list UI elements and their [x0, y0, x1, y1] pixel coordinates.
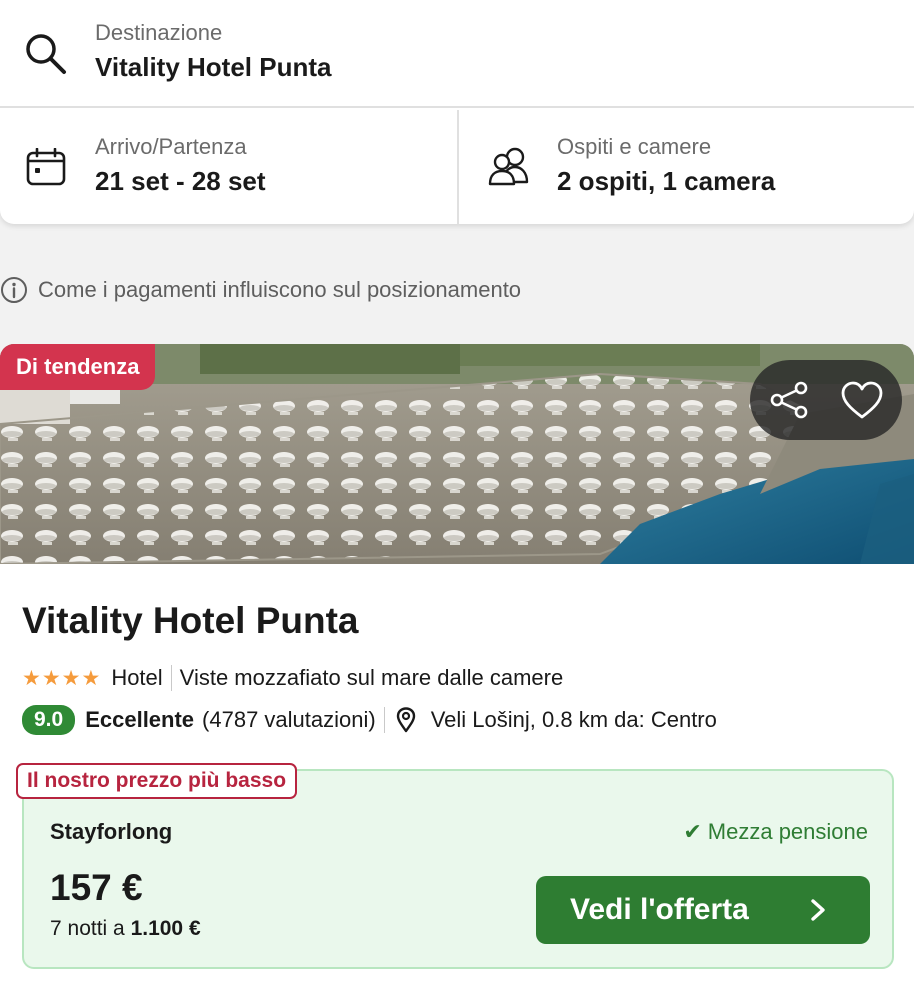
total-price: 1.100 € — [130, 917, 201, 940]
star-icon: ★ — [61, 666, 81, 690]
view-offer-button[interactable]: Vedi l'offerta — [536, 876, 870, 944]
calendar-icon — [26, 148, 66, 186]
offer-provider: Stayforlong — [50, 819, 173, 844]
check-icon: ✔ — [683, 819, 702, 844]
trending-badge: Di tendenza — [0, 344, 156, 390]
dates-field[interactable]: Arrivo/Partenza 21 set - 28 set — [0, 110, 459, 224]
dates-value: 21 set - 28 set — [95, 166, 266, 196]
score-badge: 9.0 — [22, 705, 76, 735]
hotel-highlight: Viste mozzafiato sul mare dalle camere — [179, 665, 564, 690]
total-price-line: 7 notti a 1.100 € — [50, 917, 201, 941]
nightly-price: 157 € — [50, 867, 143, 908]
hotel-location: Veli Lošinj, 0.8 km da: Centro — [430, 707, 717, 732]
hotel-type: Hotel — [111, 665, 163, 690]
destination-label: Destinazione — [95, 20, 223, 45]
rating-location-row: 9.0 Eccellente (4787 valutazioni) Veli L… — [22, 704, 717, 736]
lowest-price-badge: Il nostro prezzo più basso — [16, 763, 298, 799]
favorite-heart-icon[interactable] — [840, 380, 884, 420]
location-pin-icon — [396, 707, 415, 733]
share-icon[interactable] — [768, 380, 810, 420]
board-type-label: Mezza pensione — [707, 819, 868, 844]
hotel-photo[interactable]: Di tendenza — [0, 344, 914, 564]
total-prefix: 7 notti a — [50, 917, 131, 940]
hotel-meta-row: ★ ★ ★ ★ Hotel Viste mozzafiato sul mare … — [22, 664, 563, 692]
star-rating: ★ ★ ★ ★ — [22, 668, 101, 689]
destination-field[interactable]: Destinazione Vitality Hotel Punta — [0, 0, 914, 108]
star-icon: ★ — [41, 666, 61, 690]
review-count[interactable]: (4787 valutazioni) — [202, 707, 376, 733]
star-icon: ★ — [81, 666, 101, 690]
separator — [170, 665, 172, 691]
view-offer-label: Vedi l'offerta — [570, 893, 749, 926]
separator — [383, 707, 385, 733]
search-card: Destinazione Vitality Hotel Punta Arrivo… — [0, 0, 914, 224]
payment-ranking-text: Come i pagamenti influiscono sul posizio… — [38, 277, 522, 302]
search-icon — [26, 34, 66, 74]
hotel-details: Vitality Hotel Punta ★ ★ ★ ★ Hotel Viste… — [0, 564, 914, 990]
guests-value: 2 ospiti, 1 camera — [557, 166, 776, 196]
search-bottom-row: Arrivo/Partenza 21 set - 28 set Ospiti e… — [0, 110, 914, 224]
offer-card[interactable]: Stayforlong ✔ Mezza pensione 157 € 7 not… — [22, 769, 894, 969]
guests-label: Ospiti e camere — [557, 134, 712, 159]
hotel-name[interactable]: Vitality Hotel Punta — [22, 600, 359, 642]
guests-field[interactable]: Ospiti e camere 2 ospiti, 1 camera — [460, 110, 914, 224]
info-icon — [1, 277, 27, 303]
payment-ranking-info-link[interactable]: Come i pagamenti influiscono sul posizio… — [0, 274, 521, 306]
photo-actions — [750, 360, 902, 440]
board-type: ✔ Mezza pensione — [683, 819, 868, 845]
rating-word: Eccellente — [85, 707, 195, 732]
dates-label: Arrivo/Partenza — [95, 134, 247, 159]
guests-icon — [488, 147, 529, 186]
chevron-right-icon — [811, 899, 825, 921]
destination-value: Vitality Hotel Punta — [95, 52, 332, 82]
star-icon: ★ — [22, 666, 41, 690]
